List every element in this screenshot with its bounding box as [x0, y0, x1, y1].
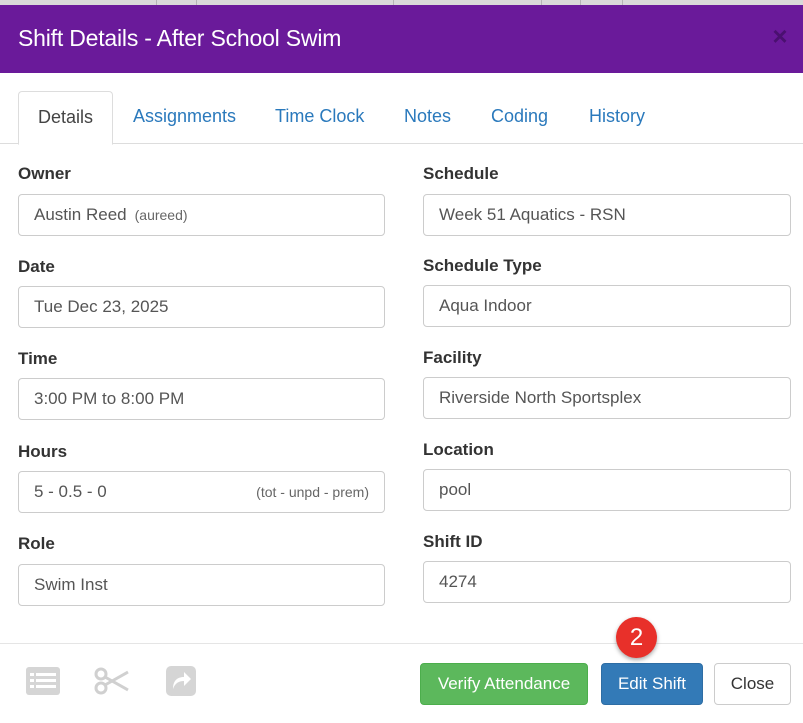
time-label: Time	[18, 349, 58, 368]
verify-attendance-button[interactable]: Verify Attendance	[420, 663, 588, 705]
schedule-label: Schedule	[423, 164, 499, 183]
tab-assignments[interactable]: Assignments	[133, 91, 236, 144]
schedule-type-label: Schedule Type	[423, 256, 542, 275]
role-label: Role	[18, 534, 55, 553]
facility-label: Facility	[423, 348, 482, 367]
dialog-title: Shift Details - After School Swim	[18, 25, 342, 51]
tab-history[interactable]: History	[589, 91, 645, 144]
dialog-header: Shift Details - After School Swim ×	[0, 5, 803, 73]
step-badge: 2	[616, 617, 657, 658]
shift-id-field[interactable]: 4274	[423, 561, 791, 603]
location-field[interactable]: pool	[423, 469, 791, 511]
owner-username: (aureed)	[134, 207, 188, 223]
tab-time-clock[interactable]: Time Clock	[275, 91, 364, 144]
location-label: Location	[423, 440, 494, 459]
hours-label: Hours	[18, 442, 68, 461]
hours-format-hint: (tot - unpd - prem)	[256, 484, 369, 500]
close-icon[interactable]: ×	[767, 21, 793, 51]
time-field[interactable]: 3:00 PM to 8:00 PM	[18, 378, 385, 420]
list-icon[interactable]	[25, 666, 61, 696]
owner-field[interactable]: Austin Reed (aureed)	[18, 194, 385, 236]
edit-shift-button[interactable]: Edit Shift	[601, 663, 703, 705]
tab-bar: Details Assignments Time Clock Notes Cod…	[0, 91, 803, 145]
date-field[interactable]: Tue Dec 23, 2025	[18, 286, 385, 328]
owner-value: Austin Reed	[34, 205, 127, 224]
footer-divider	[0, 643, 803, 644]
schedule-type-field[interactable]: Aqua Indoor	[423, 285, 791, 327]
schedule-field[interactable]: Week 51 Aquatics - RSN	[423, 194, 791, 236]
role-field[interactable]: Swim Inst	[18, 564, 385, 606]
close-button[interactable]: Close	[714, 663, 791, 705]
hours-field[interactable]: 5 - 0.5 - 0 (tot - unpd - prem)	[18, 471, 385, 513]
share-arrow-icon[interactable]	[165, 665, 197, 697]
tab-details[interactable]: Details	[18, 91, 114, 145]
tab-coding[interactable]: Coding	[491, 91, 548, 144]
owner-label: Owner	[18, 164, 71, 183]
scissors-icon[interactable]	[94, 665, 130, 697]
date-label: Date	[18, 257, 55, 276]
tab-notes[interactable]: Notes	[404, 91, 451, 144]
hours-value: 5 - 0.5 - 0	[34, 482, 107, 501]
shift-id-label: Shift ID	[423, 532, 483, 551]
facility-field[interactable]: Riverside North Sportsplex	[423, 377, 791, 419]
